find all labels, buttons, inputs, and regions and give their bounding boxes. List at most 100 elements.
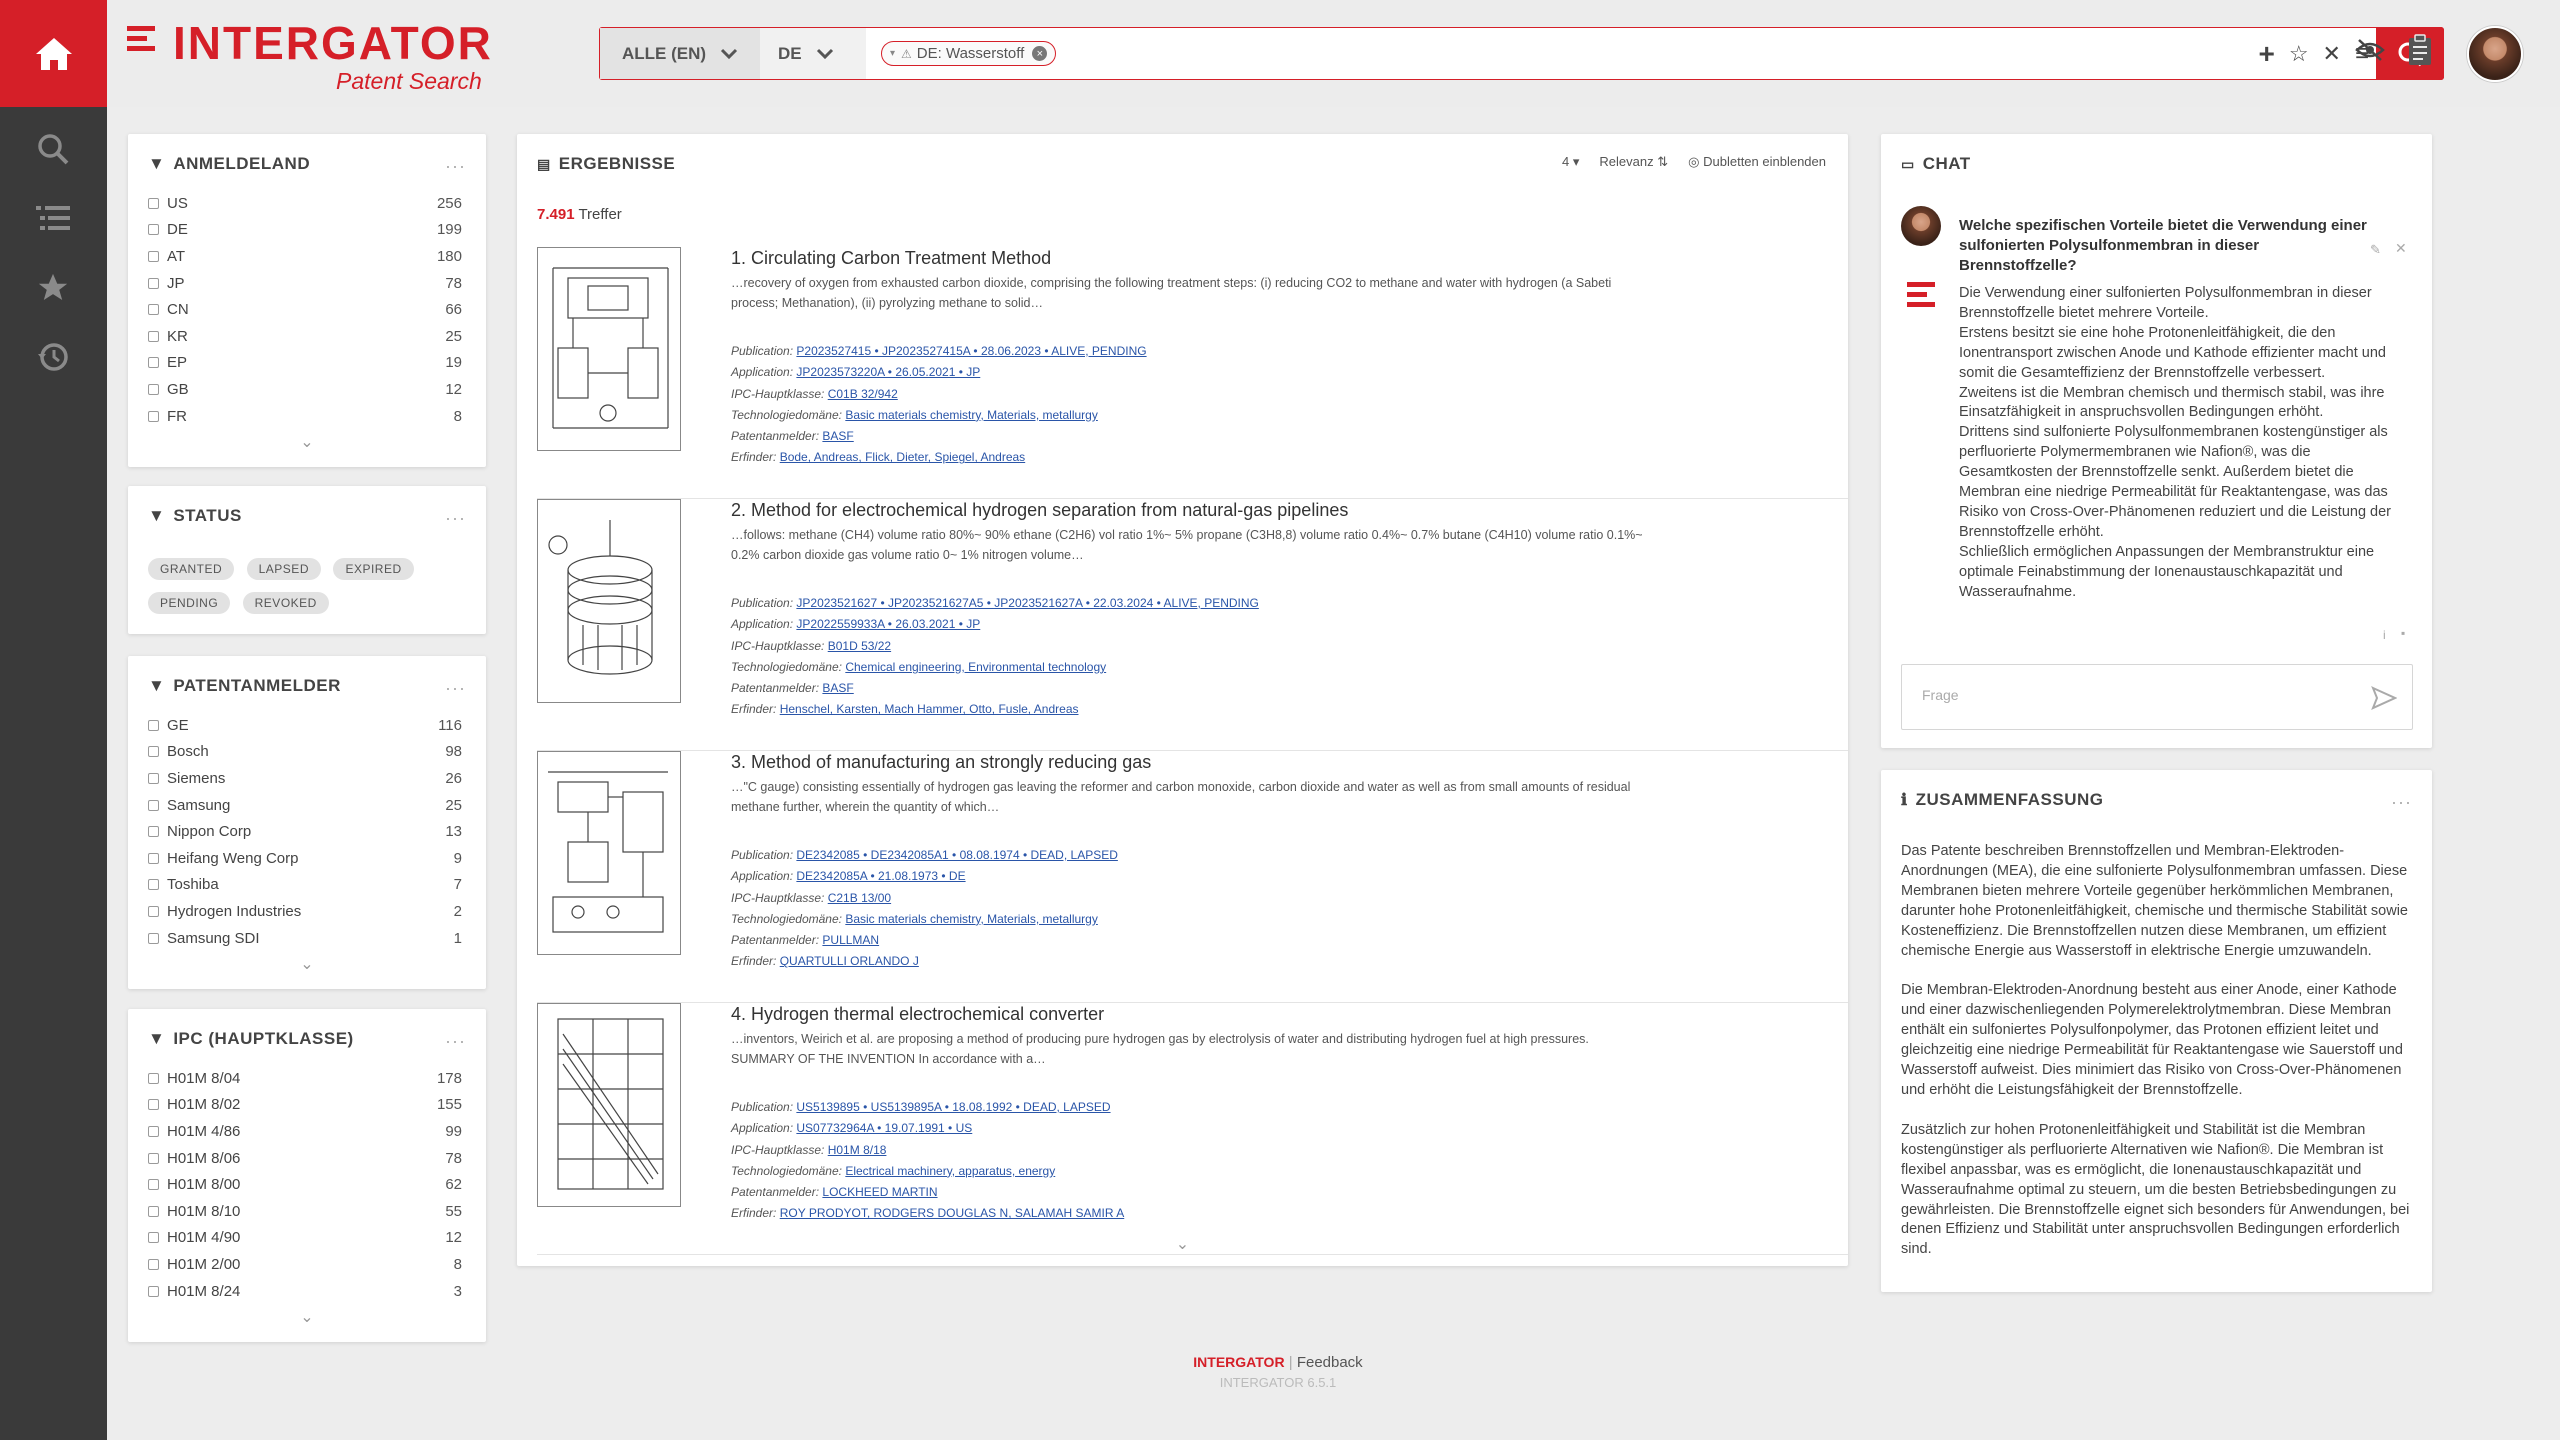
ipc-link[interactable]: H01M 8/18 <box>828 1143 887 1157</box>
checkbox[interactable] <box>148 852 159 864</box>
facet-item[interactable]: JP 78 <box>148 270 462 297</box>
result-title[interactable]: 2. Method for electrochemical hydrogen s… <box>731 500 1648 521</box>
result-title[interactable]: 4. Hydrogen thermal electrochemical conv… <box>731 1004 1648 1025</box>
facet-item[interactable]: Toshiba 7 <box>148 872 462 899</box>
ipc-link[interactable]: C01B 32/942 <box>828 387 898 401</box>
expand-chevron-icon[interactable]: ⌄ <box>128 432 486 452</box>
chat-input[interactable]: Frage <box>1901 664 2413 730</box>
publication-link[interactable]: P2023527415 • JP2023527415A • 28.06.2023… <box>796 344 1146 358</box>
user-avatar[interactable] <box>2467 26 2523 82</box>
tech-domain-link[interactable]: Chemical engineering, Environmental tech… <box>845 660 1106 674</box>
trash-icon[interactable]: ▪ <box>2401 626 2405 640</box>
load-more-chevron-icon[interactable]: ⌄ <box>517 1234 1848 1254</box>
checkbox[interactable] <box>148 250 159 262</box>
checkbox[interactable] <box>148 879 159 891</box>
facet-item[interactable]: FR 8 <box>148 403 462 430</box>
clipboard-icon[interactable] <box>2407 34 2433 66</box>
checkbox[interactable] <box>148 304 159 316</box>
clear-icon[interactable]: ✕ <box>2323 41 2341 67</box>
facet-item[interactable]: DE 199 <box>148 217 462 244</box>
applicant-link[interactable]: LOCKHEED MARTIN <box>822 1185 937 1199</box>
publication-link[interactable]: DE2342085 • DE2342085A1 • 08.08.1974 • D… <box>796 848 1117 862</box>
patent-drawing-thumbnail[interactable] <box>537 751 681 955</box>
add-icon[interactable]: + <box>2258 39 2274 67</box>
facet-item[interactable]: GE 116 <box>148 712 462 739</box>
edit-icon[interactable]: ✎ <box>2370 242 2381 258</box>
checkbox[interactable] <box>148 357 159 369</box>
checkbox[interactable] <box>148 1179 159 1191</box>
facet-item[interactable]: Samsung 25 <box>148 792 462 819</box>
duplicates-toggle[interactable]: ◎ Dubletten einblenden <box>1688 154 1826 170</box>
application-link[interactable]: US07732964A • 19.07.1991 • US <box>796 1121 972 1135</box>
more-options-icon[interactable]: ··· <box>2391 792 2412 813</box>
scope-select[interactable]: ALLE (EN) <box>600 28 760 79</box>
facet-item[interactable]: AT 180 <box>148 243 462 270</box>
facet-item[interactable]: H01M 4/86 99 <box>148 1118 462 1145</box>
favorites-nav-button[interactable] <box>26 261 80 315</box>
list-nav-button[interactable] <box>26 192 80 246</box>
page-size-select[interactable]: 4 ▾ <box>1562 154 1579 170</box>
application-link[interactable]: DE2342085A • 21.08.1973 • DE <box>796 869 965 883</box>
checkbox[interactable] <box>148 330 159 342</box>
feedback-link[interactable]: Feedback <box>1297 1354 1363 1371</box>
more-options-icon[interactable]: ··· <box>445 508 466 529</box>
application-link[interactable]: JP2023573220A • 26.05.2021 • JP <box>796 365 980 379</box>
delete-message-icon[interactable]: ✕ <box>2395 240 2407 257</box>
applicant-link[interactable]: PULLMAN <box>822 933 879 947</box>
history-nav-button[interactable] <box>26 330 80 384</box>
checkbox[interactable] <box>148 826 159 838</box>
checkbox[interactable] <box>148 746 159 758</box>
publication-link[interactable]: JP2023521627 • JP2023521627A5 • JP202352… <box>796 596 1258 610</box>
inventor-link[interactable]: Henschel, Karsten, Mach Hammer, Otto, Fu… <box>780 702 1079 716</box>
checkbox[interactable] <box>148 1099 159 1111</box>
facet-item[interactable]: H01M 8/04 178 <box>148 1065 462 1092</box>
status-tag[interactable]: GRANTED <box>148 558 235 580</box>
status-tag[interactable]: REVOKED <box>242 592 329 614</box>
expand-chevron-icon[interactable]: ⌄ <box>128 954 486 974</box>
facet-item[interactable]: H01M 8/00 62 <box>148 1171 462 1198</box>
tech-domain-link[interactable]: Electrical machinery, apparatus, energy <box>845 1164 1055 1178</box>
checkbox[interactable] <box>148 932 159 944</box>
checkbox[interactable] <box>148 277 159 289</box>
checkbox[interactable] <box>148 224 159 236</box>
facet-item[interactable]: Hydrogen Industries 2 <box>148 898 462 925</box>
checkbox[interactable] <box>148 1125 159 1137</box>
application-link[interactable]: JP2022559933A • 26.03.2021 • JP <box>796 617 980 631</box>
facet-item[interactable]: Siemens 26 <box>148 765 462 792</box>
search-nav-button[interactable] <box>26 122 80 176</box>
checkbox[interactable] <box>148 1072 159 1084</box>
patent-drawing-thumbnail[interactable] <box>537 247 681 451</box>
checkbox[interactable] <box>148 1232 159 1244</box>
facet-item[interactable]: EP 19 <box>148 350 462 377</box>
facet-item[interactable]: GB 12 <box>148 376 462 403</box>
checkbox[interactable] <box>148 410 159 422</box>
patent-drawing-thumbnail[interactable] <box>537 1003 681 1207</box>
checkbox[interactable] <box>148 905 159 917</box>
tech-domain-link[interactable]: Basic materials chemistry, Materials, me… <box>845 912 1098 926</box>
checkbox[interactable] <box>148 1258 159 1270</box>
hide-eye-icon[interactable] <box>2355 38 2385 62</box>
more-options-icon[interactable]: ··· <box>445 156 466 177</box>
checkbox[interactable] <box>148 719 159 731</box>
facet-item[interactable]: H01M 8/02 155 <box>148 1092 462 1119</box>
status-tag[interactable]: EXPIRED <box>333 558 414 580</box>
checkbox[interactable] <box>148 799 159 811</box>
facet-item[interactable]: Bosch 98 <box>148 739 462 766</box>
sort-select[interactable]: Relevanz ⇅ <box>1599 154 1668 170</box>
checkbox[interactable] <box>148 772 159 784</box>
checkbox[interactable] <box>148 1285 159 1297</box>
language-select[interactable]: DE <box>760 28 866 79</box>
inventor-link[interactable]: ROY PRODYOT, RODGERS DOUGLAS N, SALAMAH … <box>780 1206 1125 1220</box>
home-button[interactable] <box>0 0 107 107</box>
send-icon[interactable] <box>2371 686 2397 710</box>
facet-item[interactable]: H01M 2/00 8 <box>148 1251 462 1278</box>
result-title[interactable]: 1. Circulating Carbon Treatment Method <box>731 248 1648 269</box>
facet-item[interactable]: US 256 <box>148 190 462 217</box>
patent-drawing-thumbnail[interactable] <box>537 499 681 703</box>
facet-item[interactable]: Samsung SDI 1 <box>148 925 462 952</box>
facet-item[interactable]: H01M 8/10 55 <box>148 1198 462 1225</box>
checkbox[interactable] <box>148 1205 159 1217</box>
facet-item[interactable]: Nippon Corp 13 <box>148 818 462 845</box>
checkbox[interactable] <box>148 1152 159 1164</box>
publication-link[interactable]: US5139895 • US5139895A • 18.08.1992 • DE… <box>796 1100 1110 1114</box>
